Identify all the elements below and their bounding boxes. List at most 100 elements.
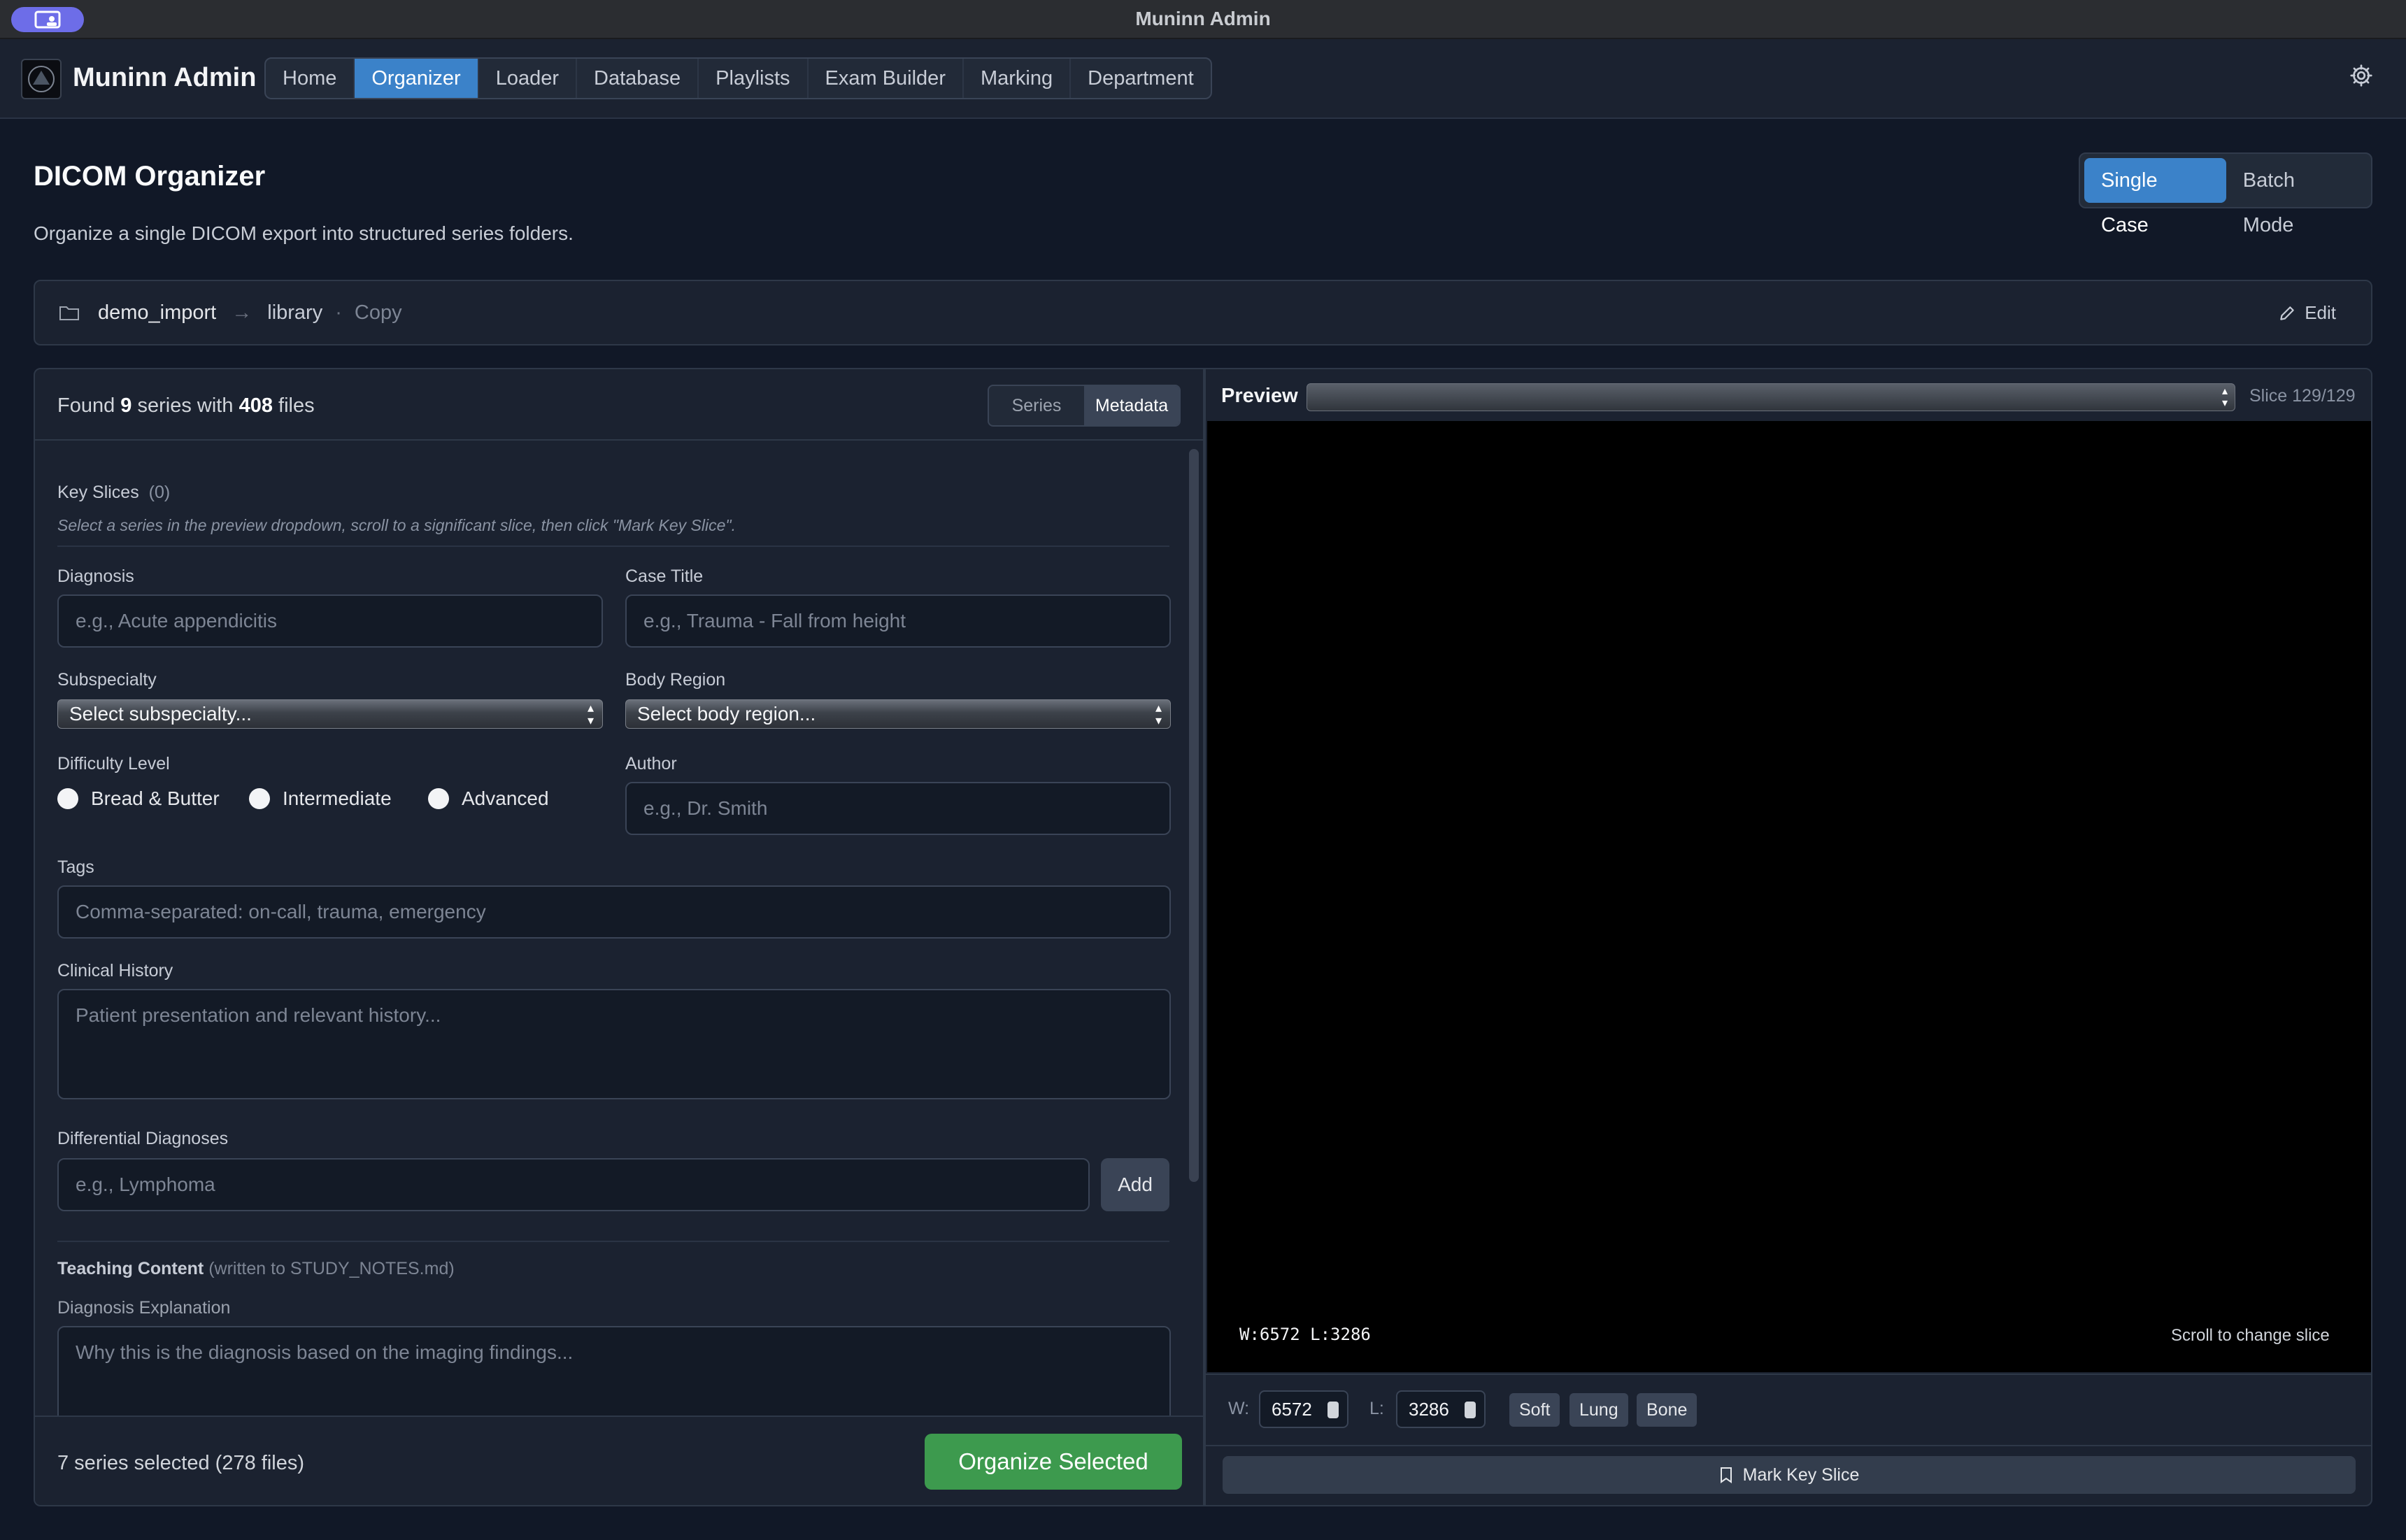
page-subtitle: Organize a single DICOM export into stru… — [34, 222, 574, 244]
nav-database[interactable]: Database — [577, 59, 699, 98]
nav-loader[interactable]: Loader — [479, 59, 577, 98]
tags-label: Tags — [57, 857, 94, 877]
level-label: L: — [1369, 1399, 1384, 1418]
case-title-label: Case Title — [625, 566, 704, 586]
panel-footer: 7 series selected (278 files) Organize S… — [35, 1416, 1203, 1505]
transfer-mode: Copy — [354, 301, 402, 324]
series-select[interactable]: ▴ ▾ — [1307, 383, 2235, 411]
key-slices-label: Key Slices (0) — [57, 483, 171, 502]
bookmark-icon — [1720, 1467, 1732, 1483]
metadata-form[interactable]: Key Slices (0) Select a series in the pr… — [35, 442, 1203, 1418]
pencil-icon — [2280, 306, 2294, 320]
metadata-panel: Found 9 series with 408 files Series Met… — [34, 368, 1204, 1506]
window-titlebar: Muninn Admin — [0, 0, 2406, 39]
destination-folder: library — [267, 301, 323, 324]
organize-selected-button[interactable]: Organize Selected — [925, 1434, 1182, 1490]
diagnosis-explanation-textarea[interactable] — [57, 1326, 1171, 1418]
arrow-right-icon: → — [232, 301, 252, 324]
subspecialty-select[interactable]: Select subspecialty... ▴ ▾ — [57, 699, 603, 729]
mark-key-slice-button[interactable]: Mark Key Slice — [1223, 1456, 2356, 1494]
nav-marking[interactable]: Marking — [964, 59, 1072, 98]
author-label: Author — [625, 754, 677, 773]
source-folder: demo_import — [98, 301, 217, 324]
clinical-history-textarea[interactable] — [57, 989, 1171, 1099]
main-nav: Home Organizer Loader Database Playlists… — [264, 57, 1212, 99]
body-region-label: Body Region — [625, 670, 726, 690]
nav-exam-builder[interactable]: Exam Builder — [809, 59, 964, 98]
width-label: W: — [1228, 1399, 1250, 1418]
body-region-value: Select body region... — [637, 703, 816, 725]
edit-label: Edit — [2305, 302, 2336, 323]
difficulty-advanced[interactable]: Advanced — [428, 787, 549, 810]
app-name: Muninn Admin — [73, 63, 257, 92]
preset-lung-button[interactable]: Lung — [1569, 1393, 1628, 1427]
select-caret-icon: ▴ ▾ — [587, 701, 594, 727]
key-slices-hint: Select a series in the preview dropdown,… — [57, 516, 736, 534]
nav-home[interactable]: Home — [266, 59, 355, 98]
dicom-viewer[interactable]: W:6572 L:3286 Scroll to change slice — [1207, 421, 2371, 1372]
difficulty-bread-butter[interactable]: Bread & Butter — [57, 787, 220, 810]
nav-playlists[interactable]: Playlists — [699, 59, 809, 98]
series-count: 9 — [120, 394, 132, 417]
divider — [57, 546, 1169, 547]
single-case-button[interactable]: Single Case — [2084, 158, 2226, 236]
clinical-history-label: Clinical History — [57, 961, 173, 981]
app-header: Muninn Admin Home Organizer Loader Datab… — [0, 39, 2406, 119]
stepper-icon[interactable] — [1465, 1402, 1476, 1418]
select-caret-icon: ▴ ▾ — [1155, 701, 1162, 727]
window-width-input[interactable]: 6572 — [1259, 1390, 1348, 1428]
gear-icon[interactable] — [2349, 63, 2374, 88]
differentials-label: Differential Diagnoses — [57, 1129, 229, 1148]
divider — [57, 1241, 1169, 1242]
selection-summary: 7 series selected (278 files) — [57, 1452, 304, 1474]
mark-key-slice-label: Mark Key Slice — [1742, 1464, 1860, 1485]
tab-metadata[interactable]: Metadata — [1084, 386, 1179, 425]
app-logo-icon — [21, 59, 62, 99]
stepper-icon[interactable] — [1327, 1402, 1339, 1418]
author-input[interactable] — [625, 782, 1171, 835]
series-summary: Found 9 series with 408 files — [57, 394, 315, 417]
window-level-input[interactable]: 3286 — [1396, 1390, 1486, 1428]
difficulty-intermediate[interactable]: Intermediate — [249, 787, 392, 810]
edit-path-button[interactable]: Edit — [2278, 302, 2336, 324]
window-level-controls: W: 6572 L: 3286 Soft Lung Bone — [1206, 1374, 2371, 1446]
tab-series[interactable]: Series — [989, 386, 1084, 425]
screen-share-icon[interactable] — [11, 7, 84, 32]
radio-icon — [249, 788, 270, 809]
page-title: DICOM Organizer — [34, 161, 266, 192]
diagnosis-explanation-label: Diagnosis Explanation — [57, 1298, 231, 1318]
key-slices-count: (0) — [148, 483, 171, 502]
radio-icon — [57, 788, 78, 809]
subspecialty-value: Select subspecialty... — [69, 703, 252, 725]
preset-soft-button[interactable]: Soft — [1509, 1393, 1560, 1427]
diagnosis-input[interactable] — [57, 594, 603, 648]
case-title-input[interactable] — [625, 594, 1171, 648]
add-differential-button[interactable]: Add — [1101, 1158, 1169, 1211]
mode-toggle: Single Case Batch Mode — [2079, 152, 2372, 236]
preview-panel: Preview ▴ ▾ Slice 129/129 W:6572 L:3286 S… — [1204, 368, 2372, 1506]
window-level-overlay: W:6572 L:3286 — [1239, 1325, 1371, 1344]
differential-input[interactable] — [57, 1158, 1090, 1211]
slice-indicator: Slice 129/129 — [2249, 386, 2356, 406]
path-bar: demo_import → library · Copy Edit — [34, 280, 2372, 345]
preset-bone-button[interactable]: Bone — [1637, 1393, 1697, 1427]
radio-icon — [428, 788, 449, 809]
nav-department[interactable]: Department — [1071, 59, 1211, 98]
file-count: 408 — [239, 394, 273, 417]
batch-mode-button[interactable]: Batch Mode — [2226, 158, 2367, 236]
tags-input[interactable] — [57, 885, 1171, 939]
diagnosis-label: Diagnosis — [57, 566, 134, 586]
difficulty-label: Difficulty Level — [57, 754, 170, 773]
scroll-hint: Scroll to change slice — [2171, 1326, 2330, 1345]
window-title: Muninn Admin — [1135, 8, 1271, 29]
panel-tabs: Series Metadata — [988, 385, 1181, 427]
teaching-content-note: (written to STUDY_NOTES.md) — [208, 1259, 455, 1278]
preview-label: Preview — [1221, 385, 1298, 407]
scrollbar-thumb[interactable] — [1189, 449, 1199, 1182]
panel-header: Found 9 series with 408 files Series Met… — [35, 369, 1203, 441]
select-caret-icon: ▴ ▾ — [2221, 385, 2228, 409]
body-region-select[interactable]: Select body region... ▴ ▾ — [625, 699, 1171, 729]
nav-organizer[interactable]: Organizer — [355, 59, 479, 98]
teaching-content-label: Teaching Content (written to STUDY_NOTES… — [57, 1259, 455, 1278]
path-separator: · — [335, 301, 342, 324]
